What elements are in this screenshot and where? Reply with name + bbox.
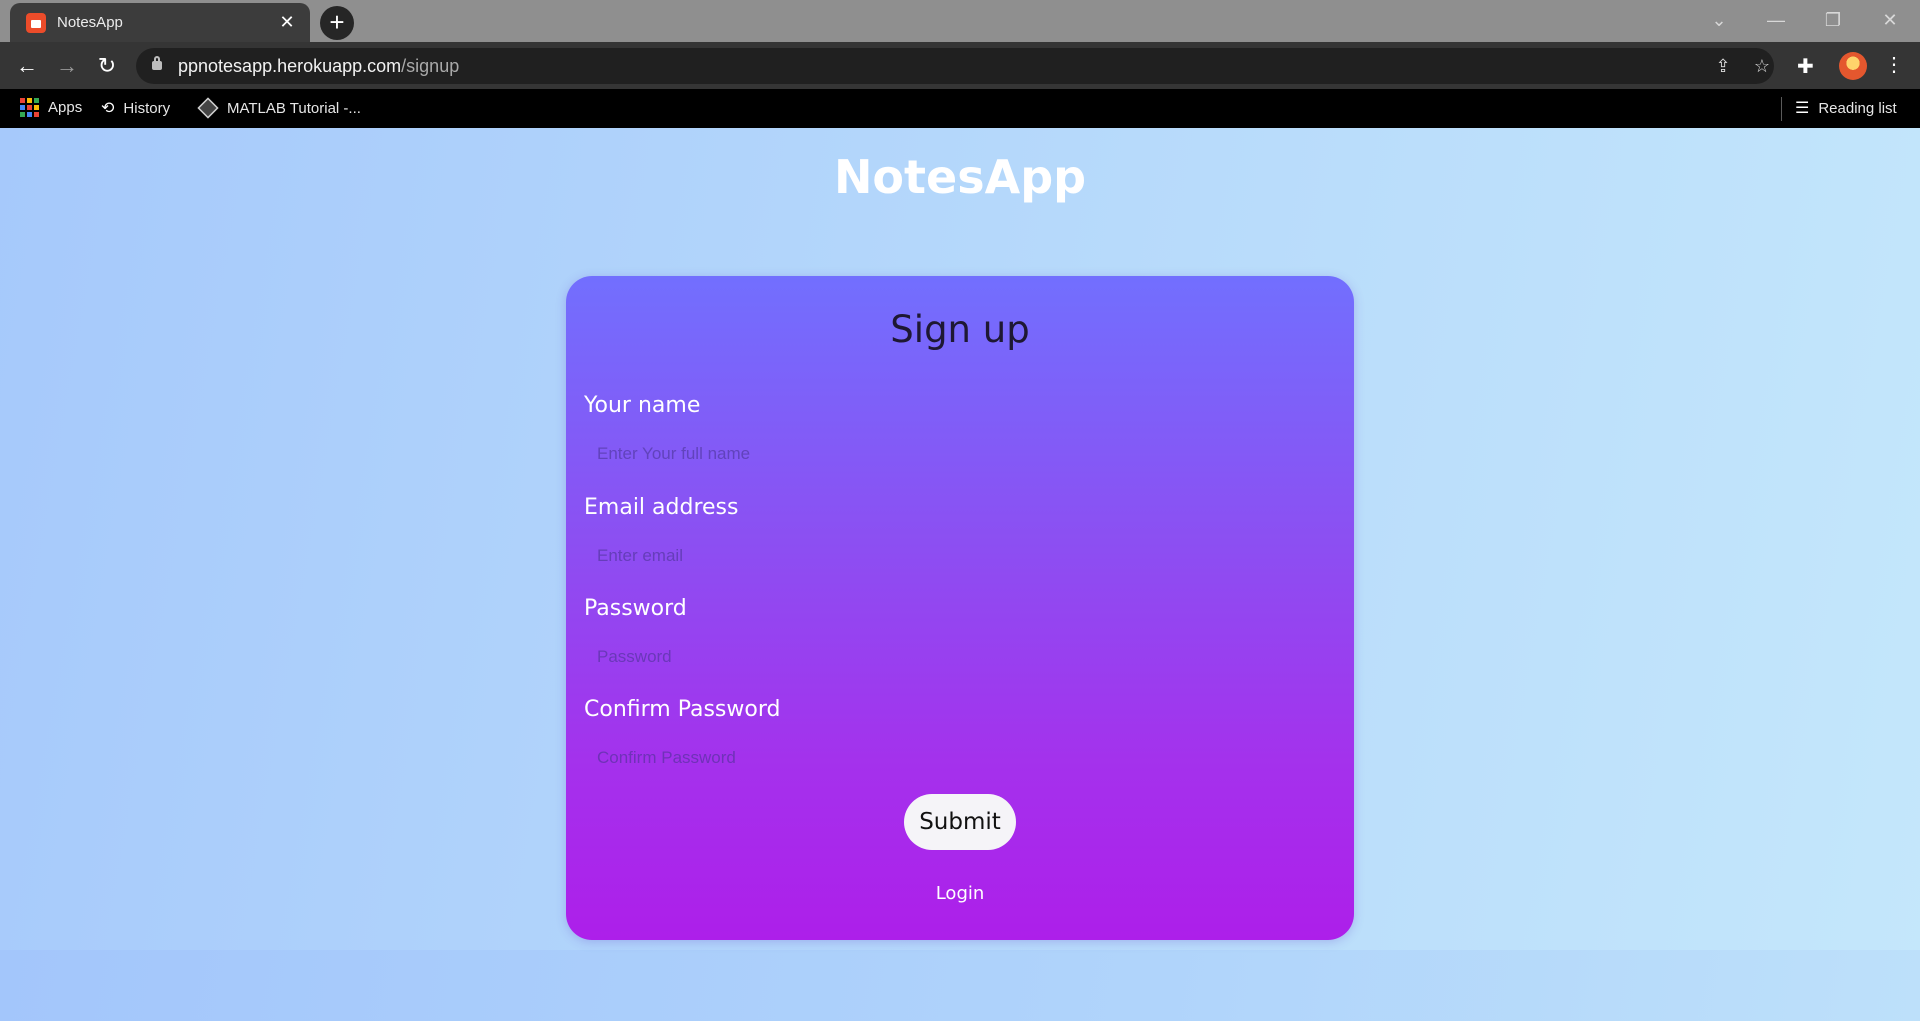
bookmark-history[interactable]: ⟲ History (101, 98, 170, 118)
bookmarks-divider (1781, 97, 1782, 121)
login-link[interactable]: Login (566, 883, 1354, 904)
browser-tab[interactable]: NotesApp ✕ (10, 3, 310, 42)
name-label: Your name (584, 393, 701, 418)
password-label: Password (584, 596, 687, 621)
bookmarks-bar: Apps ⟲ History MATLAB Tutorial -... ☰ Re… (0, 89, 1920, 128)
extensions-puzzle-icon[interactable]: ✚ (1797, 54, 1814, 79)
reading-list[interactable]: ☰ Reading list (1795, 98, 1897, 118)
bookmark-apps[interactable]: Apps (20, 98, 82, 117)
minimize-window-icon[interactable]: — (1756, 6, 1796, 34)
share-icon[interactable]: ⇪ (1709, 52, 1737, 80)
profile-avatar[interactable] (1839, 52, 1867, 80)
email-label: Email address (584, 495, 739, 520)
browser-toolbar: ← → ↻ ppnotesapp.herokuapp.com/signup ⇪ … (0, 42, 1920, 89)
reading-list-label: Reading list (1818, 99, 1897, 117)
tab-search-icon[interactable]: ⌄ (1699, 6, 1739, 34)
address-bar[interactable]: ppnotesapp.herokuapp.com/signup ⇪ ☆ (136, 48, 1774, 84)
tab-title: NotesApp (57, 14, 123, 31)
browser-menu-icon[interactable]: ⋮ (1884, 52, 1904, 77)
url-text: ppnotesapp.herokuapp.com/signup (178, 56, 460, 76)
page-footer-band (0, 950, 1920, 1021)
bookmark-matlab[interactable]: MATLAB Tutorial -... (197, 97, 361, 119)
history-icon: ⟲ (101, 100, 115, 117)
new-tab-button[interactable]: + (320, 6, 354, 40)
close-window-icon[interactable]: ✕ (1870, 6, 1910, 34)
close-tab-icon[interactable]: ✕ (276, 12, 298, 33)
confirm-password-label: Confirm Password (584, 697, 781, 722)
forward-icon[interactable]: → (51, 50, 83, 82)
apps-grid-icon (20, 98, 39, 117)
password-input[interactable] (584, 637, 1336, 677)
signup-card: Sign up Your name Email address Password… (566, 276, 1354, 940)
submit-button[interactable]: Submit (904, 794, 1016, 850)
restore-window-icon[interactable]: ❐ (1813, 6, 1853, 34)
app-title: NotesApp (833, 150, 1087, 204)
signup-title: Sign up (890, 308, 1030, 351)
matlab-logo-icon (197, 97, 219, 119)
bookmark-matlab-label: MATLAB Tutorial -... (227, 99, 361, 117)
reading-list-icon: ☰ (1795, 100, 1810, 117)
lock-icon[interactable] (152, 56, 162, 70)
name-input[interactable] (584, 434, 1336, 474)
bookmark-star-icon[interactable]: ☆ (1748, 52, 1776, 80)
email-input[interactable] (584, 536, 1336, 576)
bookmark-apps-label: Apps (48, 99, 83, 116)
tab-strip: NotesApp ✕ + ⌄ — ❐ ✕ (0, 0, 1920, 42)
back-icon[interactable]: ← (11, 50, 43, 82)
confirm-password-input[interactable] (584, 738, 1336, 778)
reload-icon[interactable]: ↻ (91, 50, 123, 82)
notesapp-favicon-icon (26, 12, 46, 33)
bookmark-history-label: History (123, 99, 171, 117)
